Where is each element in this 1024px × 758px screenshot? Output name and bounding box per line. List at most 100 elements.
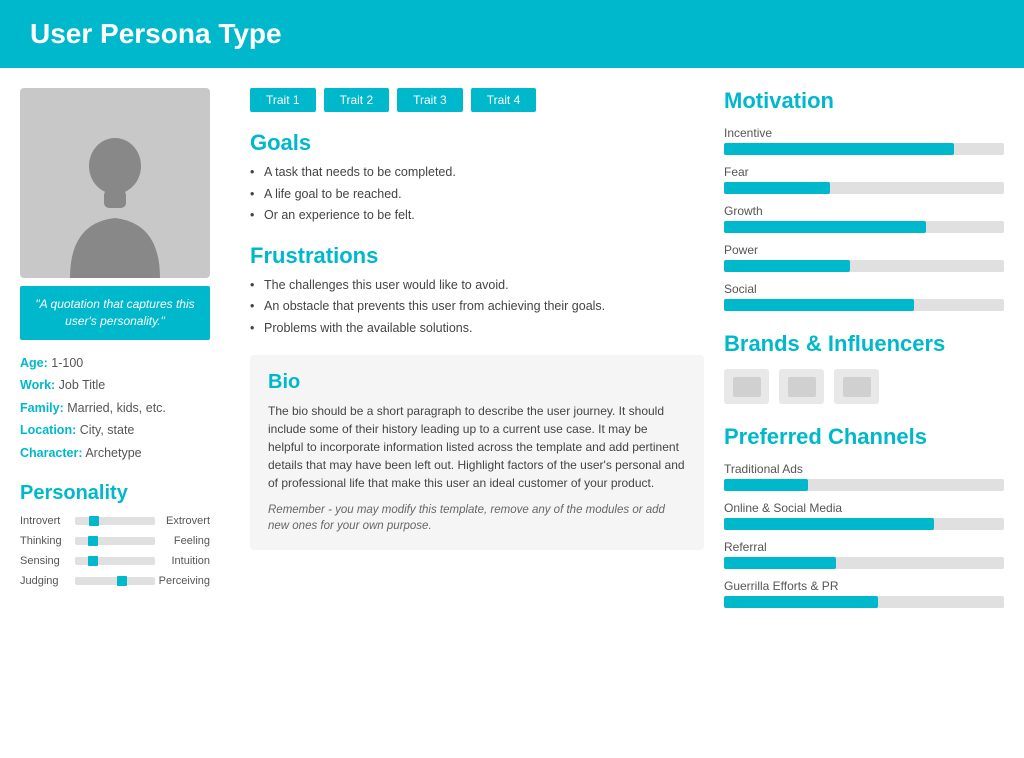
personality-trait-row: Introvert Extrovert <box>20 515 210 527</box>
channel-item: Referral <box>724 540 1004 569</box>
channel-bars: Traditional Ads Online & Social Media Refe… <box>724 462 1004 608</box>
motivation-item: Power <box>724 243 1004 272</box>
channel-bar-fill <box>724 596 878 608</box>
frustrations-section: Frustrations The challenges this user wo… <box>250 243 704 338</box>
motivation-label: Fear <box>724 165 1004 179</box>
motivation-label: Growth <box>724 204 1004 218</box>
motivation-item: Incentive <box>724 126 1004 155</box>
page-wrapper: User Persona Type "A quotation that capt… <box>0 0 1024 758</box>
channel-bar-bg <box>724 596 1004 608</box>
motivation-label: Incentive <box>724 126 1004 140</box>
brand-icon-inner-3 <box>843 377 871 397</box>
brand-icon-inner-1 <box>733 377 761 397</box>
channel-bar-fill <box>724 518 934 530</box>
bio-text: The bio should be a short paragraph to d… <box>268 402 686 492</box>
avatar-silhouette <box>60 128 170 278</box>
trait-label-right: Feeling <box>155 535 210 547</box>
age-value: 1-100 <box>51 356 83 370</box>
trait-bar-container <box>75 577 155 585</box>
family-label: Family: <box>20 401 64 415</box>
trait-label-right: Extrovert <box>155 515 210 527</box>
motivation-bar-bg <box>724 143 1004 155</box>
main-content: "A quotation that captures this user's p… <box>0 68 1024 638</box>
channel-label: Traditional Ads <box>724 462 1004 476</box>
channel-bar-bg <box>724 557 1004 569</box>
left-column: "A quotation that captures this user's p… <box>20 88 230 618</box>
profile-info: Age: 1-100 Work: Job Title Family: Marri… <box>20 352 210 465</box>
bio-note: Remember - you may modify this template,… <box>268 502 686 534</box>
character-value: Archetype <box>85 446 141 460</box>
avatar-box <box>20 88 210 278</box>
brand-icon-1 <box>724 369 769 404</box>
personality-section: Personality IntrovertExtrovertThinkingFe… <box>20 482 210 587</box>
frustrations-title: Frustrations <box>250 243 704 269</box>
frustration-item: The challenges this user would like to a… <box>250 277 704 295</box>
goal-item: Or an experience to be felt. <box>250 207 704 225</box>
age-label: Age: <box>20 356 48 370</box>
profile-age: Age: 1-100 <box>20 352 210 375</box>
channel-label: Online & Social Media <box>724 501 1004 515</box>
trait-bar-container <box>75 517 155 525</box>
trait-label-left: Sensing <box>20 555 75 567</box>
motivation-bar-bg <box>724 260 1004 272</box>
motivation-bar-bg <box>724 299 1004 311</box>
motivation-bars: IncentiveFearGrowthPowerSocial <box>724 126 1004 311</box>
profile-location: Location: City, state <box>20 419 210 442</box>
channel-item: Guerrilla Efforts & PR <box>724 579 1004 608</box>
channel-label: Referral <box>724 540 1004 554</box>
page-title: User Persona Type <box>30 18 994 50</box>
motivation-bar-fill <box>724 299 914 311</box>
goals-title: Goals <box>250 130 704 156</box>
frustration-item: An obstacle that prevents this user from… <box>250 298 704 316</box>
motivation-bar-bg <box>724 182 1004 194</box>
goals-section: Goals A task that needs to be completed.… <box>250 130 704 225</box>
profile-family: Family: Married, kids, etc. <box>20 397 210 420</box>
trait-label-right: Perceiving <box>155 575 210 587</box>
personality-traits: Introvert Extrovert Thinking Feeling Sensing… <box>20 515 210 587</box>
trait-bar-container <box>75 557 155 565</box>
personality-trait-row: Judging Perceiving <box>20 575 210 587</box>
trait-bar-dot <box>89 516 99 526</box>
motivation-bar-fill <box>724 143 954 155</box>
motivation-title: Motivation <box>724 88 1004 114</box>
trait-bar-container <box>75 537 155 545</box>
traits-row: Trait 1Trait 2Trait 3Trait 4 <box>250 88 704 112</box>
right-column: Motivation IncentiveFearGrowthPowerSocia… <box>724 88 1004 618</box>
goal-item: A task that needs to be completed. <box>250 164 704 182</box>
trait-label-left: Introvert <box>20 515 75 527</box>
brand-icons <box>724 369 1004 404</box>
goal-item: A life goal to be reached. <box>250 186 704 204</box>
trait-bar-dot <box>88 556 98 566</box>
location-label: Location: <box>20 423 76 437</box>
channel-label: Guerrilla Efforts & PR <box>724 579 1004 593</box>
motivation-item: Fear <box>724 165 1004 194</box>
motivation-section: Motivation IncentiveFearGrowthPowerSocia… <box>724 88 1004 311</box>
frustrations-list: The challenges this user would like to a… <box>250 277 704 338</box>
motivation-bar-fill <box>724 221 926 233</box>
quote-text: "A quotation that captures this user's p… <box>35 297 194 328</box>
brands-section: Brands & Influencers <box>724 331 1004 404</box>
trait-bar-dot <box>117 576 127 586</box>
trait-tag: Trait 4 <box>471 88 537 112</box>
trait-label-left: Thinking <box>20 535 75 547</box>
personality-trait-row: Sensing Intuition <box>20 555 210 567</box>
motivation-bar-fill <box>724 260 850 272</box>
frustration-item: Problems with the available solutions. <box>250 320 704 338</box>
trait-tag: Trait 1 <box>250 88 316 112</box>
channels-title: Preferred Channels <box>724 424 1004 450</box>
trait-tag: Trait 2 <box>324 88 390 112</box>
channel-bar-fill <box>724 557 836 569</box>
motivation-bar-fill <box>724 182 830 194</box>
motivation-item: Growth <box>724 204 1004 233</box>
bio-title: Bio <box>268 371 686 394</box>
trait-bar-dot <box>88 536 98 546</box>
trait-label-right: Intuition <box>155 555 210 567</box>
personality-trait-row: Thinking Feeling <box>20 535 210 547</box>
channel-bar-fill <box>724 479 808 491</box>
motivation-bar-bg <box>724 221 1004 233</box>
profile-character: Character: Archetype <box>20 442 210 465</box>
motivation-label: Power <box>724 243 1004 257</box>
trait-label-left: Judging <box>20 575 75 587</box>
bio-box: Bio The bio should be a short paragraph … <box>250 355 704 550</box>
channel-item: Traditional Ads <box>724 462 1004 491</box>
